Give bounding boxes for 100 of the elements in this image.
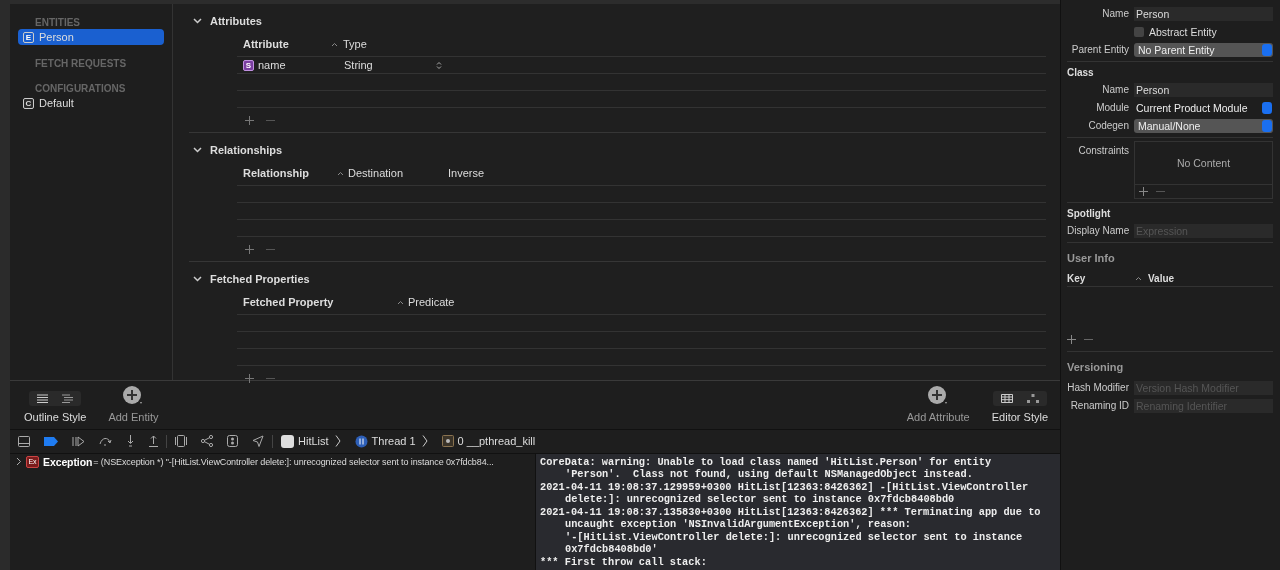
field-label: Name (1101, 84, 1129, 95)
parent-entity-popup[interactable]: No Parent Entity (1134, 42, 1273, 57)
sort-caret-icon (1135, 275, 1142, 281)
sidebar-item[interactable]: E Person (18, 29, 164, 45)
outline-style-toggle[interactable] (29, 391, 82, 407)
toolbar-label: Add Attribute (906, 411, 970, 424)
frame-icon (441, 435, 454, 448)
breadcrumb-separator-icon (334, 435, 341, 448)
field-label: Constraints (1077, 144, 1129, 156)
breadcrumb-item[interactable]: HitList (298, 435, 329, 448)
sidebar-heading: ENTITIES (34, 16, 81, 29)
field-label: Renaming ID (1069, 400, 1129, 411)
continue-icon[interactable] (72, 435, 85, 447)
column-header[interactable]: Inverse (442, 167, 485, 179)
breadcrumb-item[interactable]: Thread 1 (371, 435, 416, 448)
codegen-popup[interactable]: Manual/None (1134, 118, 1273, 133)
disclosure-icon[interactable] (16, 457, 22, 466)
table-cell[interactable]: name (258, 59, 344, 71)
type-popup[interactable]: String (344, 59, 436, 71)
thread-icon (354, 434, 368, 448)
column-header[interactable]: Destination (344, 167, 442, 179)
graph-nodes-icon[interactable] (201, 435, 213, 448)
sidebar-item-label: Person (39, 31, 74, 43)
add-icon[interactable] (245, 116, 254, 125)
variable-value: = (NSException *) "-[HitList.ViewController delete:]: unrecognized selector sent to instance 0x7fdcb84... (93, 456, 494, 467)
console-line: 0x7fdcb8408bd0' (564, 543, 659, 556)
chevron-icon[interactable] (193, 18, 202, 24)
console-line: 2021-04-11 19:08:37.129959+0300 HitList[12363:8426362] -[HitList.ViewController (540, 480, 1030, 493)
view-hierarchy-icon[interactable] (175, 435, 187, 448)
column-header[interactable]: Type (338, 38, 367, 50)
console-line: *** First throw call stack: (540, 555, 708, 568)
field-label: Name (1101, 8, 1129, 19)
section-heading: Class (1067, 66, 1095, 80)
empty-state-text: No Content (1175, 156, 1232, 171)
editor-style-toggle[interactable] (992, 391, 1047, 407)
checkbox-label: Abstract Entity (1149, 25, 1217, 38)
column-header[interactable]: Fetched Property (237, 296, 397, 308)
field-label: Display Name (1067, 225, 1129, 236)
console-line: CoreData: warning: Unable to load class named 'HitList.Person' for entity (540, 455, 993, 468)
column-header[interactable]: Predicate (404, 296, 455, 308)
console-line: delete:]: unrecognized selector sent to instance 0x7fdcb8408bd0 (564, 493, 956, 506)
breadcrumb-item[interactable]: 0 __pthread_kill (457, 435, 536, 448)
panel-icon[interactable] (18, 435, 30, 447)
sort-caret-icon (331, 41, 338, 47)
name-field[interactable]: Person (1134, 6, 1273, 21)
section-heading: User Info (1067, 251, 1116, 266)
console-line: '-[HitList.ViewController delete:]: unrecognized selector sent to instance (564, 530, 1024, 543)
section-title: Attributes (210, 15, 262, 27)
add-circle-icon[interactable] (927, 386, 950, 407)
sidebar-heading: FETCH REQUESTS (34, 57, 128, 70)
chevron-icon[interactable] (193, 147, 202, 153)
add-circle-icon[interactable] (122, 386, 145, 407)
section-heading: Spotlight (1067, 207, 1112, 221)
entity-badge: C (23, 97, 34, 109)
entity-badge: E (23, 31, 34, 43)
sidebar-item[interactable]: C Default (18, 95, 164, 111)
memory-icon[interactable] (227, 435, 238, 448)
breadcrumb-separator-icon (421, 435, 428, 448)
module-popup[interactable]: Current Product Module (1134, 100, 1273, 115)
column-header[interactable]: Attribute (237, 38, 331, 50)
field-label: Hash Modifier (1067, 382, 1129, 393)
sort-caret-icon (337, 170, 344, 176)
step-out-icon[interactable] (149, 435, 158, 448)
section-heading: Versioning (1067, 360, 1125, 375)
string-type-badge: S (243, 59, 254, 71)
app-icon (281, 434, 294, 448)
toolbar-label: Add Entity (108, 411, 159, 424)
sort-caret-icon (397, 299, 404, 305)
add-icon[interactable] (245, 245, 254, 254)
add-icon[interactable] (245, 374, 254, 383)
location-arrow-icon[interactable] (252, 435, 264, 448)
column-header[interactable]: Key (1067, 272, 1135, 284)
checkbox[interactable] (1134, 26, 1144, 37)
section-title: Fetched Properties (210, 273, 310, 285)
breakpoint-icon[interactable] (44, 436, 58, 446)
indented-list-icon (62, 394, 74, 404)
sidebar-heading: CONFIGURATIONS (34, 82, 127, 95)
add-icon[interactable] (1139, 187, 1148, 196)
console-line: uncaught exception 'NSInvalidArgumentException', reason: (564, 518, 913, 531)
updown-icon (436, 60, 442, 70)
console-line: 'Person'. Class not found, using default NSManagedObject instead. (564, 468, 974, 481)
sidebar-item-label: Default (39, 97, 74, 109)
step-over-icon[interactable] (99, 436, 112, 447)
class-name-field[interactable]: Person (1134, 82, 1273, 97)
section-title: Relationships (210, 144, 283, 156)
field-label: Parent Entity (1070, 44, 1129, 55)
toolbar-label: Outline Style (24, 411, 87, 424)
table-icon (1000, 394, 1013, 404)
step-into-icon[interactable] (126, 435, 135, 448)
toolbar-label: Editor Style (991, 411, 1048, 424)
field-label: Codegen (1087, 120, 1129, 131)
field-label: Module (1095, 102, 1129, 113)
console-line: 2021-04-11 19:08:37.135830+0300 HitList[12363:8426362] *** Terminating app due to (540, 505, 1042, 518)
graph-icon (1026, 394, 1039, 404)
column-header[interactable]: Relationship (237, 167, 337, 179)
chevron-icon[interactable] (193, 276, 202, 282)
add-icon[interactable] (1067, 335, 1076, 344)
variable-name: Exception (43, 455, 93, 468)
list-icon (37, 394, 49, 404)
column-header[interactable]: Value (1148, 272, 1175, 284)
